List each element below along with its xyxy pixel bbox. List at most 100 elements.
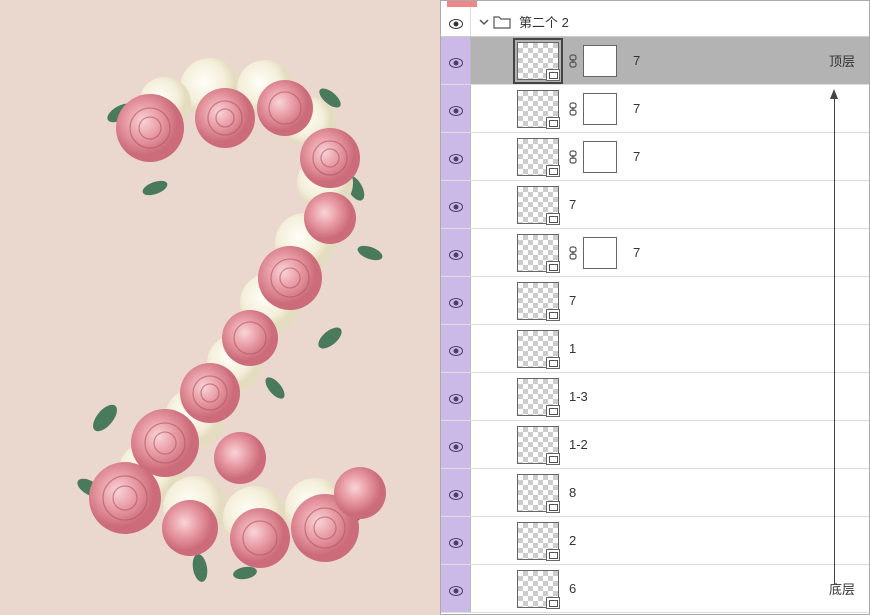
layer-indent <box>471 469 517 516</box>
layer-thumbnail[interactable] <box>517 186 559 224</box>
smart-object-icon <box>546 69 560 81</box>
folder-icon <box>493 15 511 29</box>
layer-indent <box>471 373 517 420</box>
layer-visibility-toggle[interactable] <box>441 85 471 132</box>
layer-group-header[interactable]: 第二个 2 <box>441 7 869 37</box>
layer-visibility-toggle[interactable] <box>441 181 471 228</box>
smart-object-icon <box>546 405 560 417</box>
layer-indent <box>471 133 517 180</box>
layer-thumbnail[interactable] <box>517 570 559 608</box>
floral-artwork <box>50 28 390 588</box>
layer-name[interactable]: 7 <box>569 293 576 308</box>
canvas-preview <box>0 0 440 615</box>
smart-object-icon <box>546 261 560 273</box>
layer-visibility-toggle[interactable] <box>441 517 471 564</box>
layers-panel: 第二个 2 7 顶层 7 7 7 7 7 1 1-3 1-2 8 2 6 底层 <box>440 0 870 615</box>
smart-object-icon <box>546 117 560 129</box>
layer-name[interactable]: 1 <box>569 341 576 356</box>
layer-row[interactable]: 7 <box>441 229 869 277</box>
eye-icon <box>449 584 463 594</box>
layer-visibility-toggle[interactable] <box>441 37 471 84</box>
layer-name[interactable]: 7 <box>633 149 640 164</box>
layer-visibility-toggle[interactable] <box>441 469 471 516</box>
layer-visibility-toggle[interactable] <box>441 277 471 324</box>
layer-thumbnail[interactable] <box>517 234 559 272</box>
layer-name[interactable]: 1-2 <box>569 437 588 452</box>
layer-name[interactable]: 8 <box>569 485 576 500</box>
eye-icon <box>449 392 463 402</box>
layer-indent <box>471 181 517 228</box>
layer-row[interactable]: 8 <box>441 469 869 517</box>
eye-icon <box>449 440 463 450</box>
smart-object-icon <box>546 309 560 321</box>
bottom-layer-label: 底层 <box>829 579 855 598</box>
layer-row[interactable]: 1-3 <box>441 373 869 421</box>
layer-thumbnail[interactable] <box>517 90 559 128</box>
layer-thumbnail[interactable] <box>517 282 559 320</box>
layer-name[interactable]: 7 <box>633 101 640 116</box>
layer-row[interactable]: 2 <box>441 517 869 565</box>
smart-object-icon <box>546 597 560 609</box>
layer-visibility-toggle[interactable] <box>441 421 471 468</box>
layer-indent <box>471 565 517 612</box>
smart-object-icon <box>546 453 560 465</box>
layer-name[interactable]: 7 <box>569 197 576 212</box>
layer-visibility-toggle[interactable] <box>441 565 471 612</box>
layer-visibility-toggle[interactable] <box>441 229 471 276</box>
layer-row[interactable]: 1-2 <box>441 421 869 469</box>
eye-icon <box>449 248 463 258</box>
layer-row[interactable]: 7 <box>441 85 869 133</box>
eye-icon <box>449 17 463 27</box>
layer-row[interactable]: 1 <box>441 325 869 373</box>
link-icon[interactable] <box>566 243 580 263</box>
layer-indent <box>471 421 517 468</box>
eye-icon <box>449 104 463 114</box>
layer-mask-thumbnail[interactable] <box>583 237 617 269</box>
layer-name[interactable]: 2 <box>569 533 576 548</box>
layer-indent <box>471 277 517 324</box>
eye-icon <box>449 488 463 498</box>
layer-thumbnail[interactable] <box>517 138 559 176</box>
layer-name[interactable]: 1-3 <box>569 389 588 404</box>
layer-indent <box>471 517 517 564</box>
layer-row[interactable]: 7 <box>441 133 869 181</box>
layer-visibility-toggle[interactable] <box>441 373 471 420</box>
layer-name[interactable]: 7 <box>633 245 640 260</box>
layer-row[interactable]: 7 顶层 <box>441 37 869 85</box>
layer-row[interactable]: 7 <box>441 277 869 325</box>
layer-indent <box>471 85 517 132</box>
layer-thumbnail[interactable] <box>517 522 559 560</box>
layer-thumbnail[interactable] <box>517 378 559 416</box>
eye-icon <box>449 296 463 306</box>
link-icon[interactable] <box>566 51 580 71</box>
link-icon[interactable] <box>566 147 580 167</box>
eye-icon <box>449 200 463 210</box>
layer-thumbnail[interactable] <box>517 474 559 512</box>
eye-icon <box>449 56 463 66</box>
chevron-down-icon[interactable] <box>479 17 489 27</box>
layer-mask-thumbnail[interactable] <box>583 93 617 125</box>
layer-visibility-toggle[interactable] <box>441 133 471 180</box>
smart-object-icon <box>546 165 560 177</box>
layer-mask-thumbnail[interactable] <box>583 45 617 77</box>
stacking-order-arrow <box>834 97 835 584</box>
smart-object-icon <box>546 501 560 513</box>
group-visibility-toggle[interactable] <box>441 7 471 36</box>
layer-mask-thumbnail[interactable] <box>583 141 617 173</box>
eye-icon <box>449 152 463 162</box>
layer-name[interactable]: 7 <box>633 53 640 68</box>
top-layer-label: 顶层 <box>829 51 855 70</box>
layer-row[interactable]: 7 <box>441 181 869 229</box>
layer-thumbnail[interactable] <box>517 330 559 368</box>
layer-indent <box>471 229 517 276</box>
eye-icon <box>449 536 463 546</box>
layer-thumbnail[interactable] <box>517 42 559 80</box>
layer-indent <box>471 37 517 84</box>
group-name[interactable]: 第二个 2 <box>519 12 569 31</box>
layer-visibility-toggle[interactable] <box>441 325 471 372</box>
layer-thumbnail[interactable] <box>517 426 559 464</box>
link-icon[interactable] <box>566 99 580 119</box>
layer-indent <box>471 325 517 372</box>
layer-row[interactable]: 6 底层 <box>441 565 869 613</box>
layer-name[interactable]: 6 <box>569 581 576 596</box>
